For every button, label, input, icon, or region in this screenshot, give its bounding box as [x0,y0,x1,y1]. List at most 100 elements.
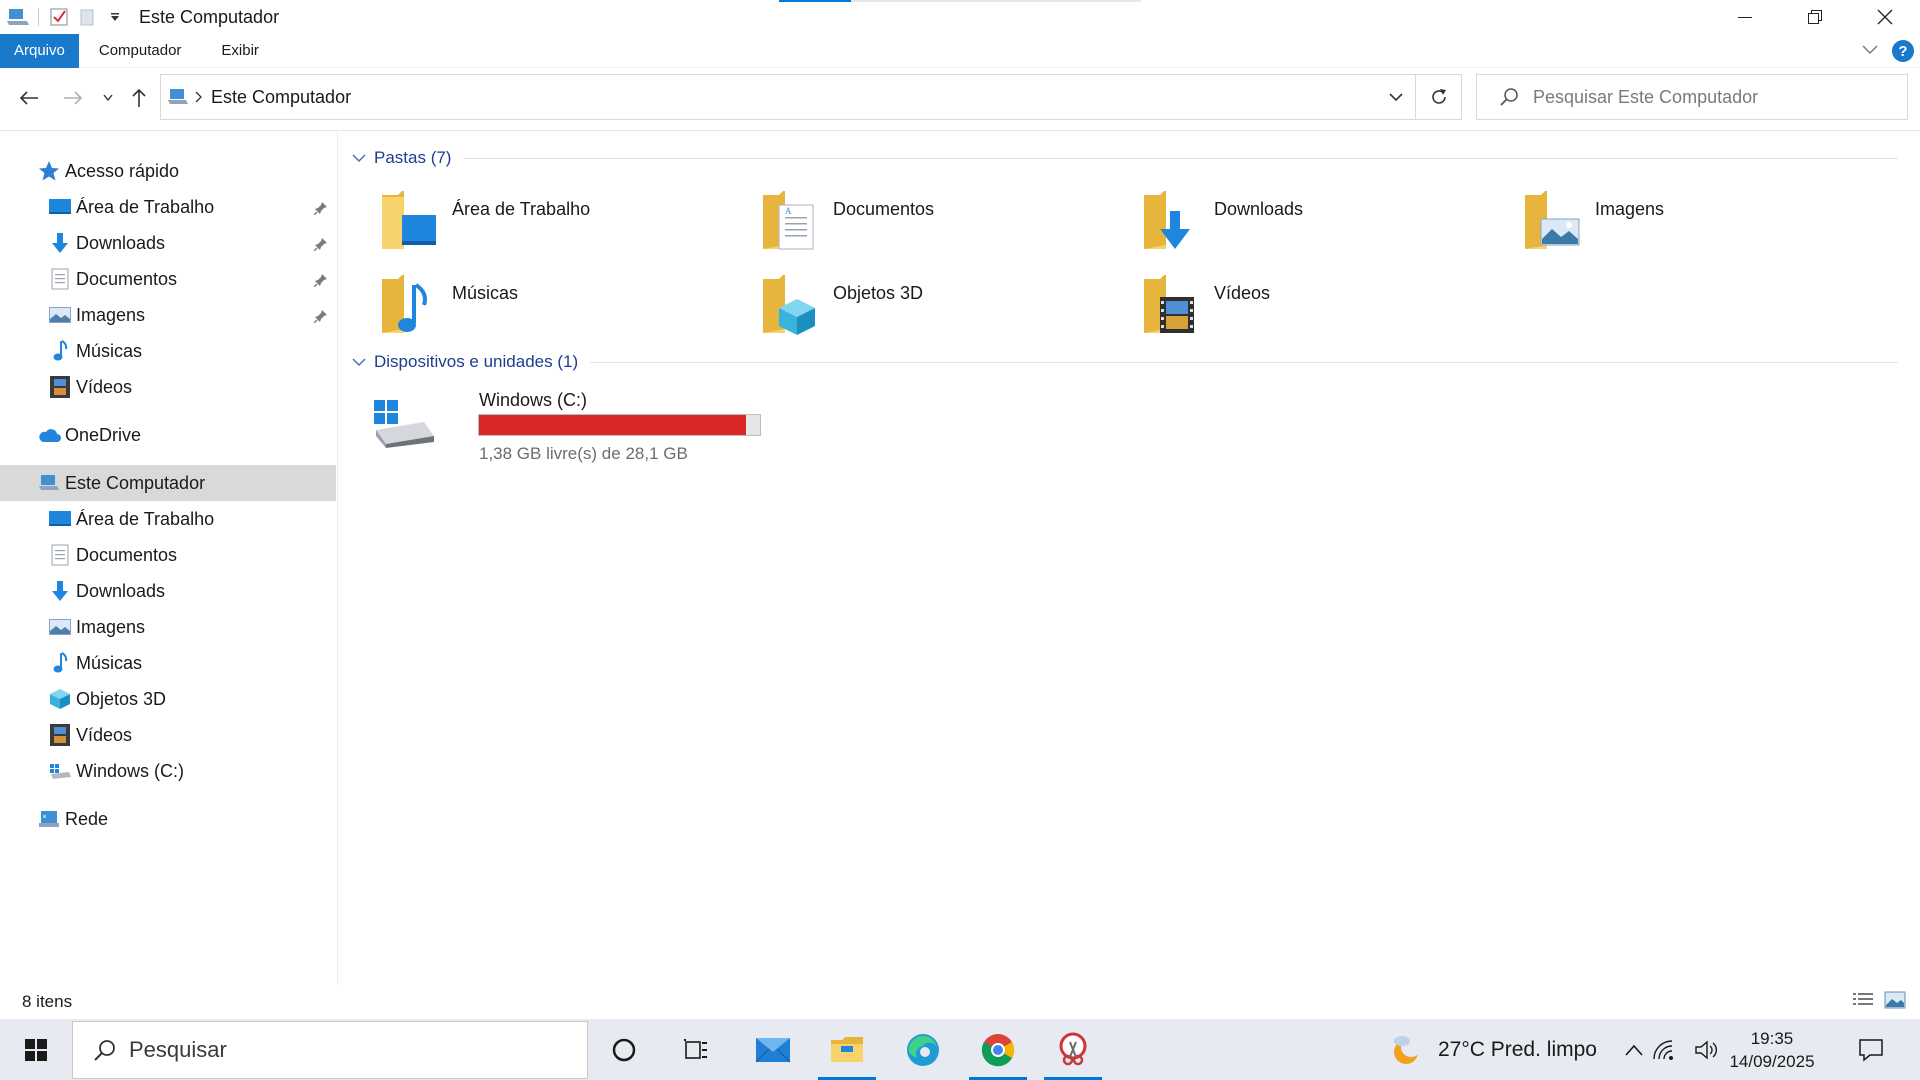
details-view-icon[interactable] [1852,991,1874,1014]
breadcrumb[interactable]: Este Computador [211,87,351,108]
sidebar-item-pc-desktop[interactable]: Área de Trabalho [0,501,336,537]
sidebar-item-onedrive[interactable]: OneDrive [0,417,336,453]
minimize-button[interactable] [1710,0,1780,34]
devices-group-header[interactable]: Dispositivos e unidades (1) [352,349,1912,375]
folder-label: Documentos [833,199,935,219]
chrome-browser-icon[interactable] [967,1019,1029,1080]
pin-icon[interactable] [313,271,328,292]
folder-videos[interactable]: Vídeos [1142,271,1502,349]
sidebar-item-pc-pictures[interactable]: Imagens [0,609,336,645]
folder-desktop[interactable]: Área de Trabalho [380,187,740,265]
recent-locations-chevron-icon[interactable] [92,78,124,118]
weather-widget[interactable]: 27°C Pred. limpo [1388,1019,1597,1080]
sidebar-item-quick-access[interactable]: Acesso rápido [0,153,336,189]
tab-computador[interactable]: Computador [79,34,202,68]
sidebar-item-pc-music[interactable]: Músicas [0,645,336,681]
computer-icon[interactable] [4,3,32,31]
sidebar-item-documents[interactable]: Documentos [0,261,336,297]
taskbar: Pesquisar 27°C Pred. limpo 19:35 14/09/2… [0,1019,1920,1080]
folder-pictures[interactable]: Imagens [1523,187,1883,265]
expand-ribbon-chevron-icon[interactable] [1862,42,1878,60]
snipping-tool-icon[interactable] [1042,1019,1104,1080]
folders-group-header[interactable]: Pastas (7) [352,145,1912,171]
taskbar-search-box[interactable]: Pesquisar [72,1021,588,1079]
network-wifi-icon[interactable] [1640,1019,1686,1080]
collapse-chevron-icon[interactable] [352,352,366,372]
sidebar-item-pc-videos[interactable]: Vídeos [0,717,336,753]
drive-c-tile[interactable]: Windows (C:) 1,38 GB livre(s) de 28,1 GB [370,384,770,464]
file-explorer-icon[interactable] [816,1019,878,1080]
folder-documents[interactable]: A Documentos [761,187,1121,265]
picture-icon [48,303,72,327]
sidebar-item-label: OneDrive [65,424,142,445]
toolbar-divider [38,8,39,26]
sidebar-item-pc-documents[interactable]: Documentos [0,537,336,573]
status-bar: 8 itens [0,985,1920,1019]
search-icon [1499,87,1519,107]
edge-browser-icon[interactable] [892,1019,954,1080]
restore-button[interactable] [1780,0,1850,34]
content-pane: Pastas (7) Área de Trabalho A Documentos… [340,131,1920,985]
collapse-chevron-icon[interactable] [352,148,366,168]
cortana-icon[interactable] [593,1019,655,1080]
clock[interactable]: 19:35 14/09/2025 [1712,1027,1832,1073]
weather-moon-icon [1388,1032,1424,1068]
forward-button[interactable] [56,78,90,118]
mail-app-icon[interactable] [742,1019,804,1080]
drive-free-space: 1,38 GB livre(s) de 28,1 GB [479,444,688,463]
sidebar-item-label: Área de Trabalho [76,196,215,217]
sidebar-item-downloads[interactable]: Downloads [0,225,336,261]
weather-text: 27°C Pred. limpo [1438,1037,1597,1061]
svg-text:A: A [785,206,792,216]
folder-label: Objetos 3D [833,283,924,303]
sidebar-item-music[interactable]: Músicas [0,333,336,369]
properties-icon[interactable] [45,3,73,31]
navigation-pane: Acesso rápido Área de Trabalho Downloads… [0,131,338,985]
quick-access-toolbar [0,0,129,34]
search-box[interactable] [1476,74,1908,120]
help-icon[interactable]: ? [1892,40,1914,62]
folder-downloads[interactable]: Downloads [1142,187,1502,265]
sidebar-item-label: Vídeos [76,376,133,397]
notifications-icon[interactable] [1840,1019,1902,1080]
tab-arquivo[interactable]: Arquivo [0,33,79,68]
task-view-icon[interactable] [665,1019,727,1080]
sidebar-item-label: Vídeos [76,724,133,745]
sidebar-item-network[interactable]: Rede [0,801,336,837]
close-button[interactable] [1850,0,1920,34]
sidebar-item-pc-drive-c[interactable]: Windows (C:) [0,753,336,789]
sidebar-item-pc-downloads[interactable]: Downloads [0,573,336,609]
search-input[interactable] [1533,86,1893,108]
folder-label: Vídeos [1214,283,1271,303]
sidebar-item-label: Imagens [76,304,146,325]
breadcrumb-separator-icon[interactable] [195,91,203,103]
sidebar-item-pictures[interactable]: Imagens [0,297,336,333]
documents-folder-icon: A [761,187,821,253]
sidebar-item-videos[interactable]: Vídeos [0,369,336,405]
pin-icon[interactable] [313,235,328,256]
tab-exibir[interactable]: Exibir [201,34,279,68]
address-bar[interactable]: Este Computador [160,74,1416,120]
group-divider [463,157,1898,159]
folder-music[interactable]: Músicas [380,271,740,349]
start-button[interactable] [0,1019,72,1080]
ribbon-right-controls: ? [1862,34,1914,68]
up-button[interactable] [122,78,156,118]
back-button[interactable] [12,78,46,118]
new-folder-icon[interactable] [73,3,101,31]
customize-toolbar-chevron-icon[interactable] [101,3,129,31]
sidebar-item-pc-3d-objects[interactable]: Objetos 3D [0,681,336,717]
address-dropdown-chevron-icon[interactable] [1377,75,1415,119]
sidebar-item-label: Músicas [76,340,143,361]
music-note-icon [48,339,72,363]
large-icons-view-icon[interactable] [1884,991,1906,1014]
folder-3d-objects[interactable]: Objetos 3D [761,271,1121,349]
pin-icon[interactable] [313,307,328,328]
cube-icon [48,687,72,711]
refresh-button[interactable] [1416,74,1462,120]
desktop-icon [48,507,72,531]
sidebar-item-desktop[interactable]: Área de Trabalho [0,189,336,225]
pin-icon[interactable] [313,199,328,220]
desktop-icon [48,195,72,219]
sidebar-item-this-pc[interactable]: Este Computador [0,465,336,501]
